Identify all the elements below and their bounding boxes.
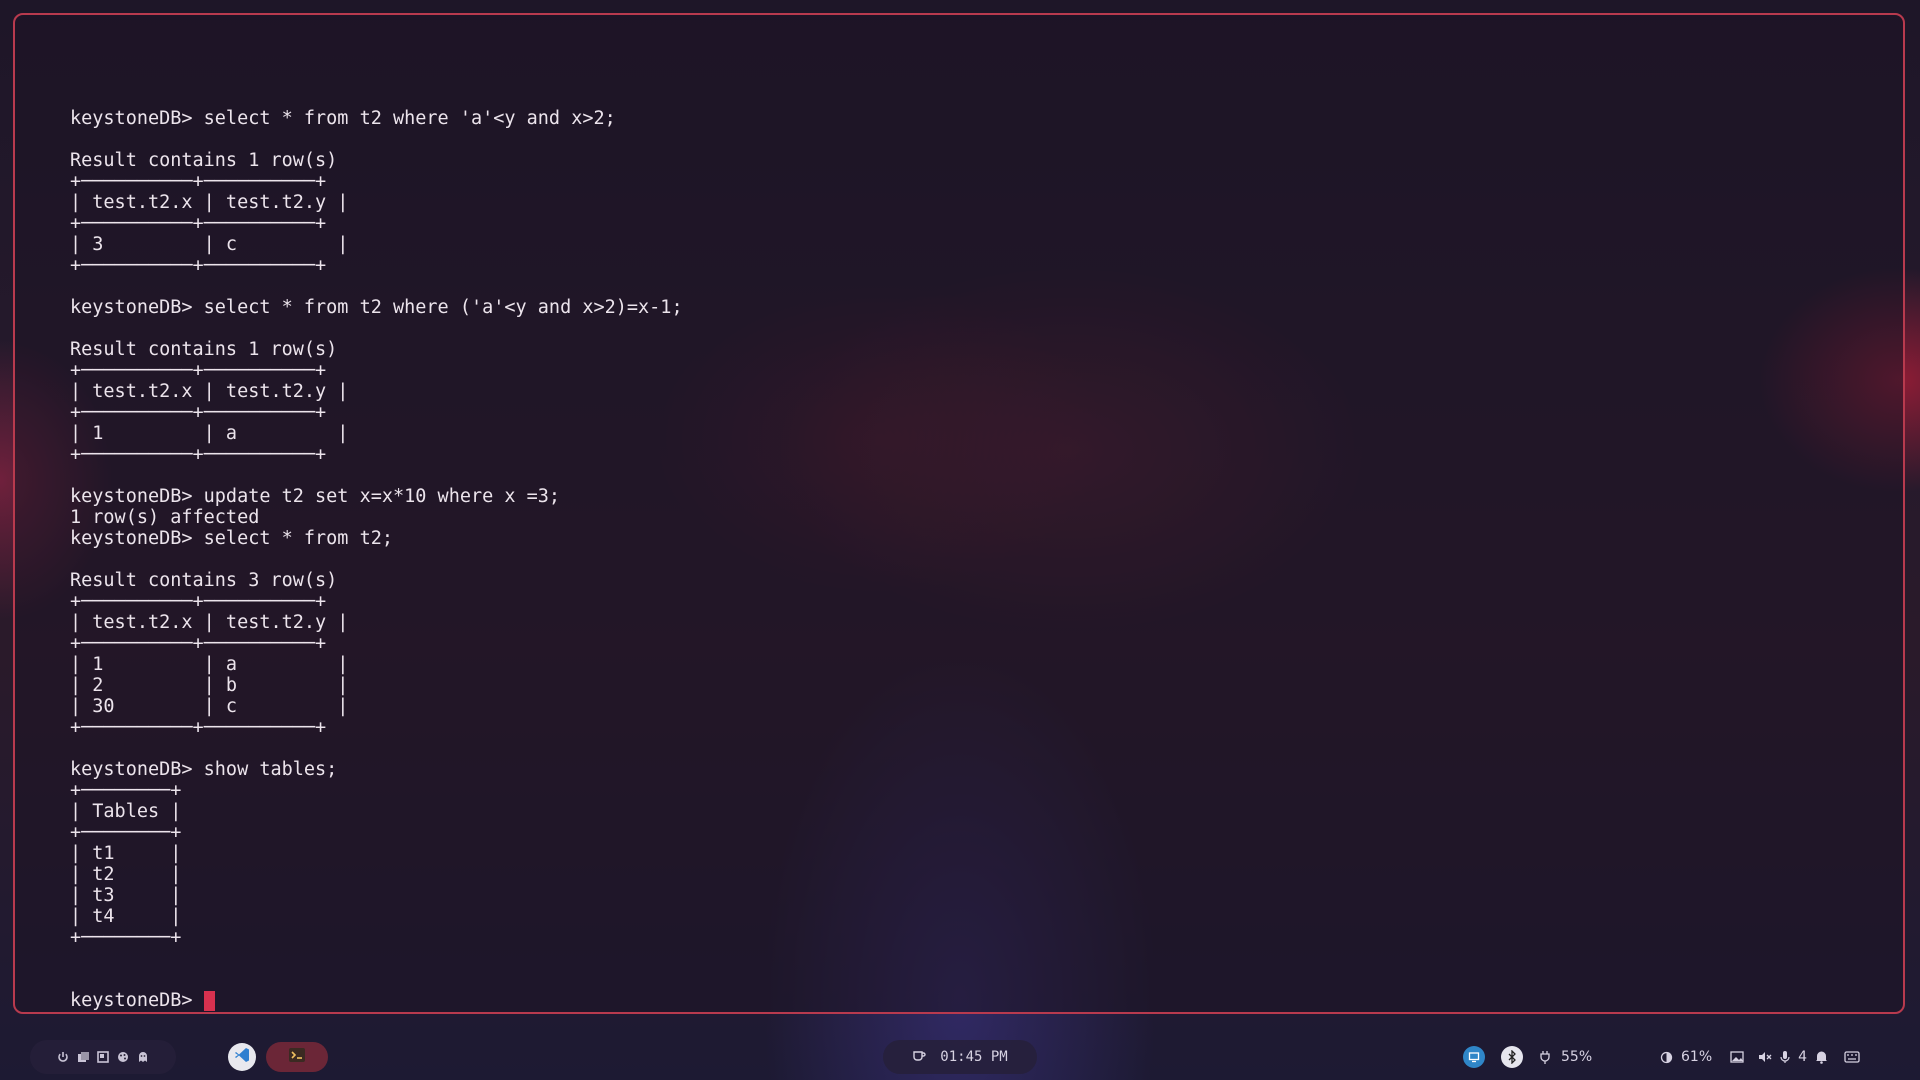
bluetooth-icon[interactable] <box>1501 1046 1523 1068</box>
terminal-line: keystoneDB> update t2 set x=x*10 where x… <box>70 486 561 507</box>
system-tray-left <box>30 1040 176 1074</box>
power-icon[interactable] <box>56 1050 70 1064</box>
terminal-line: | test.t2.x | test.t2.y | <box>70 192 349 213</box>
terminal-line: | 1 | a | <box>70 654 349 675</box>
terminal-line: +──────────+──────────+ <box>70 717 327 738</box>
ghost-icon[interactable] <box>136 1050 150 1064</box>
prompt-line[interactable]: keystoneDB> <box>70 990 683 1011</box>
terminal-line: 1 row(s) affected <box>70 507 260 528</box>
text-cursor <box>203 990 215 1011</box>
terminal-line: | t1 | <box>70 843 182 864</box>
vscode-icon <box>233 1046 251 1068</box>
terminal-line: Result contains 1 row(s) <box>70 339 338 360</box>
terminal-line: | 30 | c | <box>70 696 349 717</box>
terminal-line: | test.t2.x | test.t2.y | <box>70 612 349 633</box>
window-icon[interactable] <box>96 1050 110 1064</box>
terminal-line: Result contains 3 row(s) <box>70 570 338 591</box>
terminal-line: | t2 | <box>70 864 182 885</box>
terminal-line: | 1 | a | <box>70 423 349 444</box>
terminal-line: keystoneDB> select * from t2 where 'a'<y… <box>70 108 616 129</box>
volume-muted-icon[interactable] <box>1758 1051 1772 1063</box>
prompt-text: keystoneDB> <box>70 990 193 1011</box>
monitor-icon[interactable] <box>1463 1046 1485 1068</box>
terminal-line: +──────────+──────────+ <box>70 255 327 276</box>
vscode-app-button[interactable] <box>228 1043 256 1071</box>
terminal-line: +──────────+──────────+ <box>70 633 327 654</box>
terminal-line: | 3 | c | <box>70 234 349 255</box>
clock-widget[interactable]: 01:45 PM <box>883 1040 1037 1074</box>
terminal-line: +────────+ <box>70 822 182 843</box>
palette-icon[interactable] <box>116 1050 130 1064</box>
coffee-icon <box>912 1048 926 1066</box>
terminal-line: | t4 | <box>70 906 182 927</box>
plug-icon <box>1539 1050 1551 1064</box>
keyboard-icon[interactable] <box>1844 1051 1860 1063</box>
terminal-line: +──────────+──────────+ <box>70 213 327 234</box>
terminal-line: +──────────+──────────+ <box>70 591 327 612</box>
status-area-right: 61% 4 <box>1660 1040 1860 1074</box>
terminal-line: +──────────+──────────+ <box>70 444 327 465</box>
terminal-line: +──────────+──────────+ <box>70 360 327 381</box>
terminal-line: +────────+ <box>70 780 182 801</box>
microphone-icon[interactable] <box>1780 1050 1790 1064</box>
taskbar: 01:45 PM 55% 61% 4 <box>0 1034 1920 1080</box>
terminal-line: +──────────+──────────+ <box>70 402 327 423</box>
files-icon[interactable] <box>76 1050 90 1064</box>
clock-time: 01:45 PM <box>940 1049 1008 1065</box>
terminal-line: keystoneDB> select * from t2; <box>70 528 394 549</box>
brightness-level: 61% <box>1681 1049 1713 1065</box>
brightness-icon <box>1660 1051 1673 1064</box>
terminal-output: keystoneDB> select * from t2 where 'a'<y… <box>70 87 683 1011</box>
bell-icon[interactable] <box>1815 1050 1828 1064</box>
terminal-icon <box>287 1045 307 1069</box>
terminal-line: keystoneDB> select * from t2 where ('a'<… <box>70 297 683 318</box>
terminal-app-button[interactable] <box>266 1042 328 1072</box>
terminal-line: | 2 | b | <box>70 675 349 696</box>
terminal-line: +────────+ <box>70 927 182 948</box>
terminal-line: | Tables | <box>70 801 182 822</box>
terminal-line: keystoneDB> show tables; <box>70 759 338 780</box>
battery-level: 55% <box>1561 1049 1593 1065</box>
notification-count: 4 <box>1798 1049 1808 1065</box>
status-area: 55% <box>1463 1040 1592 1074</box>
terminal-line: +──────────+──────────+ <box>70 171 327 192</box>
terminal-window[interactable]: keystoneDB> select * from t2 where 'a'<y… <box>13 13 1905 1014</box>
terminal-line: | test.t2.x | test.t2.y | <box>70 381 349 402</box>
image-icon[interactable] <box>1730 1051 1744 1063</box>
terminal-line: Result contains 1 row(s) <box>70 150 338 171</box>
terminal-line: | t3 | <box>70 885 182 906</box>
